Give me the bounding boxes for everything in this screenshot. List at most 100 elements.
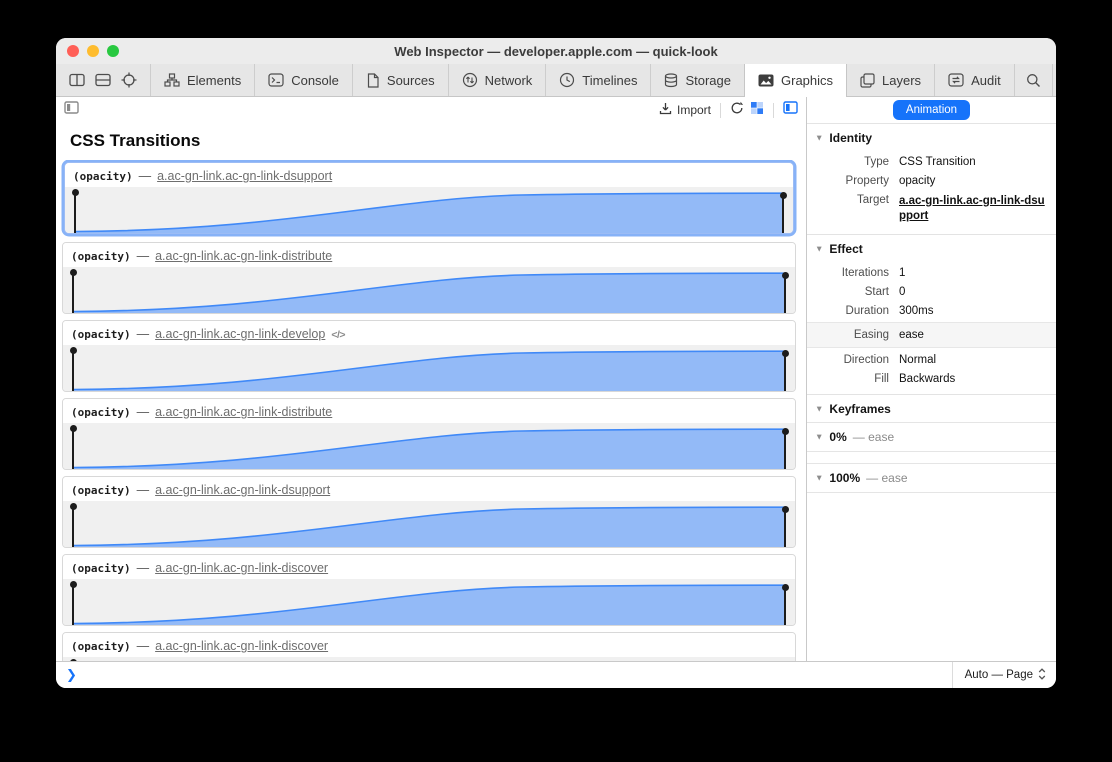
target-element-link[interactable]: a.ac-gn-link.ac-gn-link-distribute [155, 249, 332, 263]
minimize-window-button[interactable] [87, 45, 99, 57]
end-marker[interactable] [784, 353, 786, 391]
tab-label: Elements [187, 73, 241, 88]
disclosure-triangle-icon: ▼ [815, 473, 823, 483]
inspector-tab-bar: Elements Console Sources Network Timelin… [56, 64, 1056, 97]
start-marker[interactable] [72, 506, 74, 547]
zoom-window-button[interactable] [107, 45, 119, 57]
clock-icon [559, 72, 575, 88]
console-prompt-icon[interactable]: ❯ [56, 667, 77, 683]
tab-label: Console [291, 73, 339, 88]
animated-property-label: (opacity) [71, 250, 131, 263]
identity-section-header[interactable]: ▼ Identity [807, 124, 1056, 151]
easing-curve-graph [63, 657, 795, 661]
start-marker[interactable] [72, 428, 74, 469]
animation-card[interactable]: (opacity) — a.ac-gn-link.ac-gn-link-dist… [62, 398, 796, 470]
effect-row-direction: Direction Normal [807, 350, 1056, 369]
tab-console[interactable]: Console [255, 64, 353, 96]
start-marker[interactable] [72, 272, 74, 313]
easing-curve-svg [63, 267, 795, 313]
target-element-link[interactable]: a.ac-gn-link.ac-gn-link-dsupport [155, 483, 330, 497]
animation-card-title: (opacity) — a.ac-gn-link.ac-gn-link-dist… [63, 243, 795, 267]
target-element-link[interactable]: a.ac-gn-link.ac-gn-link-discover [155, 639, 328, 653]
search-button[interactable] [1015, 64, 1053, 96]
identity-row-property: Property opacity [807, 171, 1056, 190]
keyframes-section-header[interactable]: ▼ Keyframes [807, 394, 1056, 422]
animated-property-label: (opacity) [71, 406, 131, 419]
animation-card-title: (opacity) — a.ac-gn-link.ac-gn-link-dist… [63, 399, 795, 423]
disclosure-triangle-icon: ▼ [815, 244, 823, 254]
database-icon [664, 73, 678, 88]
disclosure-triangle-icon: ▼ [815, 432, 823, 442]
close-window-button[interactable] [67, 45, 79, 57]
effect-row-iterations: Iterations 1 [807, 263, 1056, 282]
animated-property-label: (opacity) [71, 640, 131, 653]
effect-rows: Iterations 1 Start 0 Duration 300ms Easi… [807, 262, 1056, 394]
details-sidebar-toggle-icon[interactable] [783, 101, 798, 119]
animation-card-list: (opacity) — a.ac-gn-link.ac-gn-link-dsup… [56, 160, 806, 661]
end-marker[interactable] [782, 195, 784, 233]
start-marker[interactable] [72, 350, 74, 391]
target-node-link[interactable]: a.ac-gn-link.ac-gn-link-dsupport [899, 194, 1048, 225]
settings-button[interactable]: ⚙ [1053, 64, 1056, 96]
keyframe-row-0[interactable]: ▼ 0% — ease [807, 422, 1056, 451]
animation-card[interactable]: (opacity) — a.ac-gn-link.ac-gn-link-disc… [62, 554, 796, 626]
keyframe-bottom-separator [807, 492, 1056, 493]
tab-storage[interactable]: Storage [651, 64, 745, 96]
quick-console-bar: ❯ Auto — Page [56, 661, 1056, 688]
effect-section-header[interactable]: ▼ Effect [807, 234, 1056, 262]
keyframe-row-100[interactable]: ▼ 100% — ease [807, 463, 1056, 492]
animation-card[interactable]: (opacity) — a.ac-gn-link.ac-gn-link-dist… [62, 242, 796, 314]
dock-bottom-icon[interactable] [95, 73, 111, 87]
effect-row-easing: Easing ease [807, 322, 1056, 348]
navigation-sidebar-toggle-icon[interactable] [64, 101, 79, 119]
target-element-link[interactable]: a.ac-gn-link.ac-gn-link-develop [155, 327, 325, 341]
dock-side-icon[interactable] [69, 73, 85, 87]
animated-property-label: (opacity) [71, 484, 131, 497]
execution-context-selector[interactable]: Auto — Page [952, 662, 1056, 688]
tab-label: Layers [882, 73, 921, 88]
animation-card[interactable]: (opacity) — a.ac-gn-link.ac-gn-link-disc… [62, 632, 796, 661]
animation-card[interactable]: (opacity) — a.ac-gn-link.ac-gn-link-dsup… [62, 476, 796, 548]
easing-curve-svg [63, 657, 795, 661]
animation-card-title: (opacity) — a.ac-gn-link.ac-gn-link-deve… [63, 321, 795, 345]
identity-row-target: Target a.ac-gn-link.ac-gn-link-dsupport [807, 190, 1056, 228]
tab-label: Network [485, 73, 533, 88]
tab-label: Audit [971, 73, 1001, 88]
console-icon [268, 73, 284, 87]
tab-network[interactable]: Network [449, 64, 547, 96]
end-marker[interactable] [784, 431, 786, 469]
tab-sources[interactable]: Sources [353, 64, 449, 96]
end-marker[interactable] [784, 275, 786, 313]
window-title: Web Inspector — developer.apple.com — qu… [394, 44, 717, 59]
start-marker[interactable] [74, 192, 76, 233]
easing-curve-svg [63, 579, 795, 625]
animated-property-label: (opacity) [71, 328, 131, 341]
tab-label: Storage [685, 73, 731, 88]
animation-card[interactable]: (opacity) — a.ac-gn-link.ac-gn-link-deve… [62, 320, 796, 392]
animation-card[interactable]: (opacity) — a.ac-gn-link.ac-gn-link-dsup… [64, 162, 794, 234]
end-marker[interactable] [784, 509, 786, 547]
audit-cycle-icon [948, 73, 964, 87]
content-area: Import CSS Transitions (opacity) — a.ac-… [56, 97, 1056, 661]
target-element-link[interactable]: a.ac-gn-link.ac-gn-link-distribute [155, 405, 332, 419]
import-button[interactable]: Import [659, 102, 711, 118]
refresh-icon[interactable] [730, 101, 744, 120]
start-marker[interactable] [72, 584, 74, 625]
toolbar-separator [773, 103, 774, 118]
tab-graphics[interactable]: Graphics [744, 64, 847, 96]
tab-label: Sources [387, 73, 435, 88]
target-element-link[interactable]: a.ac-gn-link.ac-gn-link-dsupport [157, 169, 332, 183]
element-picker-icon[interactable] [121, 72, 137, 88]
tab-layers[interactable]: Layers [847, 64, 935, 96]
target-element-link[interactable]: a.ac-gn-link.ac-gn-link-discover [155, 561, 328, 575]
animation-scope-button[interactable]: Animation [893, 100, 970, 120]
tab-timelines[interactable]: Timelines [546, 64, 651, 96]
grid-overlay-toggle-icon[interactable] [750, 101, 764, 120]
traffic-lights [67, 45, 119, 57]
tab-audit[interactable]: Audit [935, 64, 1015, 96]
tab-elements[interactable]: Elements [151, 64, 255, 96]
easing-curve-graph [63, 501, 795, 547]
easing-curve-svg [63, 423, 795, 469]
end-marker[interactable] [784, 587, 786, 625]
context-label: Auto — Page [965, 669, 1033, 681]
